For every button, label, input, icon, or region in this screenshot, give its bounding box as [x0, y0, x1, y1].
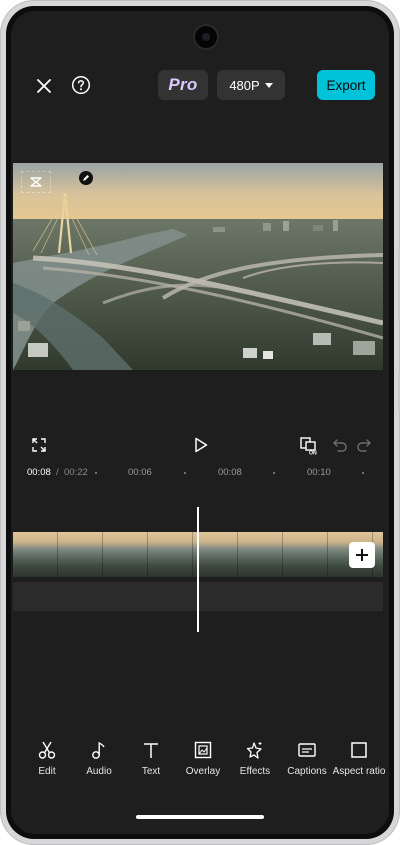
export-button[interactable]: Export: [317, 70, 375, 100]
current-time: 00:08: [27, 467, 51, 478]
ruler-dot: [273, 472, 275, 474]
clip-thumbnail: [238, 532, 283, 577]
tool-text[interactable]: Text: [123, 739, 179, 777]
phone-screen: Pro 480P Export ON 00:08 / 00:22 00:06 0…: [6, 6, 394, 839]
capcut-logo-icon: [30, 177, 42, 187]
close-icon[interactable]: [33, 75, 55, 97]
tool-label: Aspect ratio: [332, 766, 386, 777]
plus-icon: [356, 549, 368, 561]
caret-down-icon: [264, 82, 273, 88]
redo-icon[interactable]: [355, 436, 373, 454]
scissors-icon: [36, 739, 58, 761]
ruler-tick-label: 00:06: [128, 467, 152, 478]
ruler-dot: [184, 472, 186, 474]
text-icon: [140, 739, 162, 761]
clip-thumbnail: [193, 532, 238, 577]
overlay-icon: [192, 739, 214, 761]
phone-frame: Pro 480P Export ON 00:08 / 00:22 00:06 0…: [0, 0, 400, 845]
pro-badge[interactable]: Pro: [158, 70, 208, 100]
captions-icon: [296, 739, 318, 761]
bottom-toolbar: Edit Audio Text Overlay Effects Captions…: [11, 739, 389, 783]
ruler-tick-label: 00:10: [307, 467, 331, 478]
clip-thumbnail: [58, 532, 103, 577]
ruler-tick-label: 00:08: [218, 467, 242, 478]
effects-icon: [244, 739, 266, 761]
tool-label: Overlay: [185, 766, 221, 777]
pen-icon[interactable]: [79, 171, 93, 185]
tool-audio[interactable]: Audio: [71, 739, 127, 777]
tool-overlay[interactable]: Overlay: [175, 739, 231, 777]
play-icon[interactable]: [191, 435, 211, 455]
aspect-ratio-icon: [348, 739, 370, 761]
undo-icon[interactable]: [331, 436, 349, 454]
clip-thumbnail: [13, 532, 58, 577]
tool-label: Edit: [38, 766, 56, 777]
time-ruler[interactable]: 00:08 / 00:22 00:06 00:08 00:10: [11, 467, 389, 481]
preview-frame-image: [13, 163, 383, 370]
export-label: Export: [326, 77, 366, 93]
music-note-icon: [88, 739, 110, 761]
total-time: 00:22: [64, 467, 88, 478]
clip-thumbnail: [103, 532, 148, 577]
tool-aspect-ratio[interactable]: Aspect ratio: [331, 739, 387, 777]
ruler-dot: [95, 472, 97, 474]
tool-label: Text: [141, 766, 161, 777]
video-editor: Pro 480P Export ON 00:08 / 00:22 00:06 0…: [11, 11, 389, 834]
clip-thumbnail: [283, 532, 328, 577]
fullscreen-icon[interactable]: [30, 436, 48, 454]
sync-on-icon[interactable]: ON: [298, 434, 322, 456]
svg-text:ON: ON: [309, 451, 317, 456]
ruler-dot: [362, 472, 364, 474]
front-camera: [195, 26, 217, 48]
tool-label: Effects: [239, 766, 271, 777]
resolution-dropdown[interactable]: 480P: [217, 70, 285, 100]
tool-edit[interactable]: Edit: [19, 739, 75, 777]
home-indicator[interactable]: [136, 815, 264, 819]
clip-thumbnail: [148, 532, 193, 577]
playhead[interactable]: [197, 507, 199, 632]
add-clip-button[interactable]: [349, 542, 375, 568]
tool-effects[interactable]: Effects: [227, 739, 283, 777]
tool-captions[interactable]: Captions: [279, 739, 335, 777]
tool-label: Captions: [287, 766, 327, 777]
help-icon[interactable]: [70, 74, 92, 96]
resolution-value: 480P: [229, 77, 260, 93]
tool-label: Audio: [86, 766, 112, 777]
time-separator: /: [56, 467, 59, 478]
pro-label: Pro: [168, 75, 198, 94]
template-watermark[interactable]: [21, 171, 93, 193]
video-preview[interactable]: [13, 163, 383, 370]
